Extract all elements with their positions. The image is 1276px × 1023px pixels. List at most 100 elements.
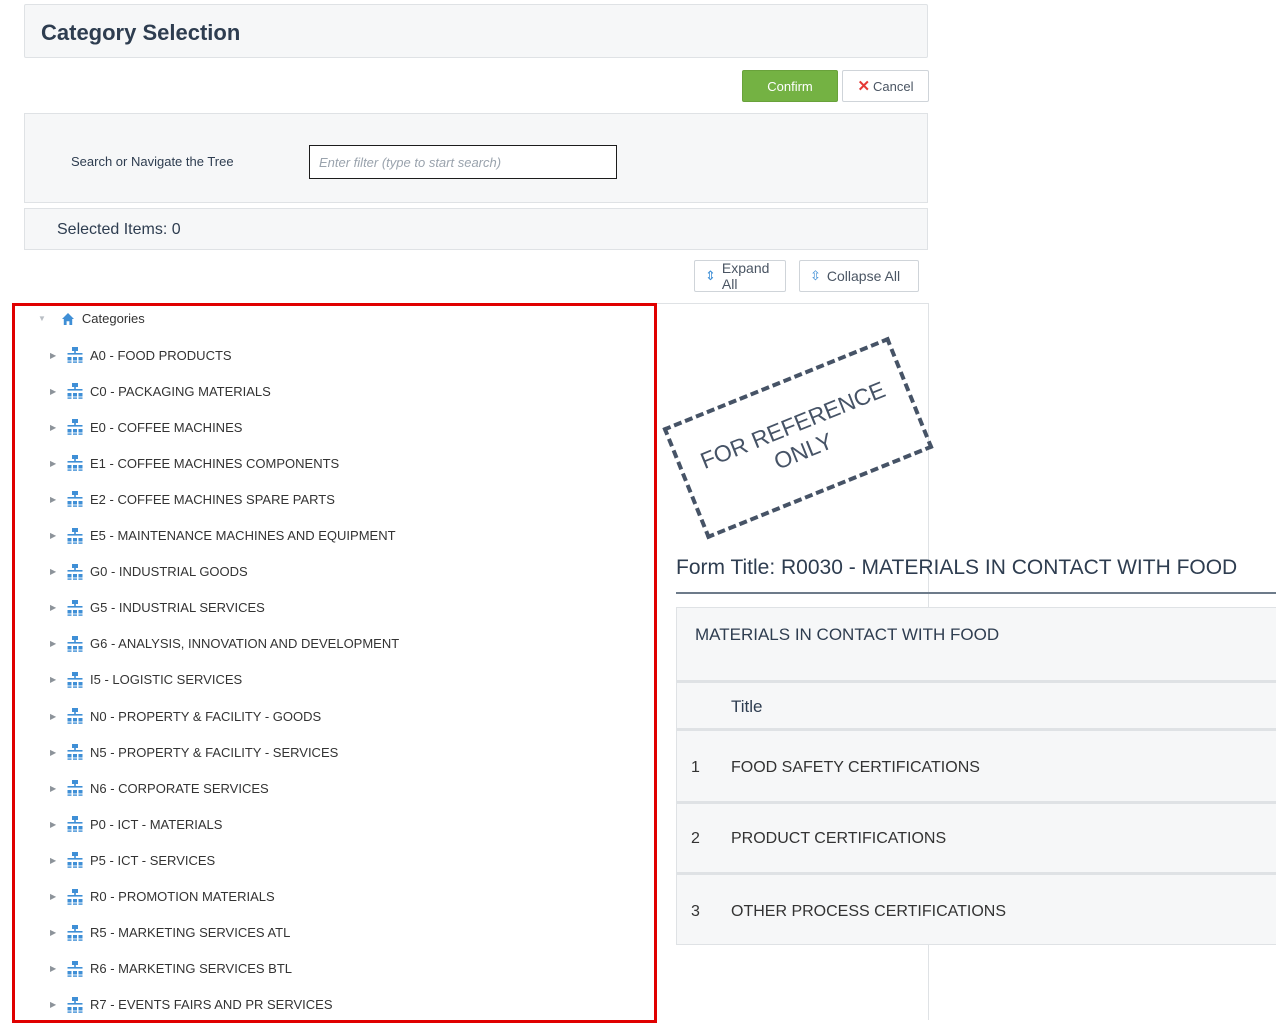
- tree-item-label: G6 - ANALYSIS, INNOVATION AND DEVELOPMEN…: [90, 636, 400, 652]
- tree-item[interactable]: ▶ P5 - ICT - SERVICES: [50, 851, 215, 869]
- tree-item[interactable]: ▶ G0 - INDUSTRIAL GOODS: [50, 563, 248, 581]
- form-card: MATERIALS IN CONTACT WITH FOOD Title 1 F…: [676, 607, 1276, 945]
- caret-right-icon[interactable]: ▶: [50, 964, 66, 973]
- caret-right-icon[interactable]: ▶: [50, 928, 66, 937]
- tree-item-label: E1 - COFFEE MACHINES COMPONENTS: [90, 455, 340, 471]
- tree-item[interactable]: ▶ N0 - PROPERTY & FACILITY - GOODS: [50, 707, 321, 725]
- caret-right-icon[interactable]: ▶: [50, 459, 66, 468]
- caret-right-icon[interactable]: ▶: [50, 712, 66, 721]
- tree-item[interactable]: ▶ E5 - MAINTENANCE MACHINES AND EQUIPMENT: [50, 527, 396, 545]
- tree-item-label: P5 - ICT - SERVICES: [90, 852, 216, 868]
- tree-item[interactable]: ▶ I5 - LOGISTIC SERVICES: [50, 671, 242, 689]
- form-title: Form Title: R0030 - MATERIALS IN CONTACT…: [676, 556, 1238, 579]
- tree-item[interactable]: ▶ E0 - COFFEE MACHINES: [50, 418, 242, 436]
- hierarchy-icon: [67, 960, 83, 977]
- tree-item-label: P0 - ICT - MATERIALS: [90, 816, 223, 832]
- tree-item[interactable]: ▶ R6 - MARKETING SERVICES BTL: [50, 960, 292, 978]
- tree-item-label: R6 - MARKETING SERVICES BTL: [90, 961, 293, 977]
- hierarchy-icon: [67, 563, 83, 580]
- collapse-icon: ⇳: [810, 268, 821, 283]
- caret-right-icon[interactable]: ▶: [50, 748, 66, 757]
- caret-right-icon[interactable]: ▶: [50, 675, 66, 684]
- form-divider: [677, 680, 1276, 683]
- caret-right-icon[interactable]: ▶: [50, 820, 66, 829]
- cancel-button[interactable]: ✕ Cancel: [842, 70, 929, 102]
- hierarchy-icon: [67, 816, 83, 833]
- form-card-title: MATERIALS IN CONTACT WITH FOOD: [695, 625, 1000, 644]
- collapse-all-button[interactable]: ⇳ Collapse All: [799, 260, 919, 292]
- hierarchy-icon: [67, 671, 83, 688]
- highlight-box: [12, 303, 657, 1023]
- tree-root-label: Categories: [81, 311, 145, 326]
- form-divider: [677, 728, 1276, 731]
- hierarchy-icon: [67, 383, 83, 399]
- hierarchy-icon: [67, 780, 83, 796]
- search-label: Search or Navigate the Tree: [71, 154, 234, 169]
- confirm-button[interactable]: Confirm: [742, 70, 838, 102]
- expand-all-button[interactable]: ⇕ Expand All: [694, 260, 786, 292]
- tree-root[interactable]: ▼ Categories: [38, 311, 145, 326]
- tree-item[interactable]: ▶ E2 - COFFEE MACHINES SPARE PARTS: [50, 490, 335, 508]
- tree-item-label: G0 - INDUSTRIAL GOODS: [90, 564, 248, 580]
- tree-item[interactable]: ▶ N6 - CORPORATE SERVICES: [50, 779, 269, 797]
- caret-right-icon[interactable]: ▶: [50, 784, 66, 793]
- row-divider: [677, 872, 1276, 875]
- tree-item-label: R7 - EVENTS FAIRS AND PR SERVICES: [90, 997, 333, 1013]
- tree-item[interactable]: ▶ G5 - INDUSTRIAL SERVICES: [50, 599, 265, 617]
- row-divider: [677, 801, 1276, 804]
- tree-item[interactable]: ▶ G6 - ANALYSIS, INNOVATION AND DEVELOPME…: [50, 635, 399, 653]
- tree-item-label: C0 - PACKAGING MATERIALS: [90, 383, 271, 399]
- tree-item-label: N6 - CORPORATE SERVICES: [90, 780, 269, 796]
- row-number: 1: [691, 759, 700, 776]
- caret-right-icon[interactable]: ▶: [50, 892, 66, 901]
- caret-right-icon[interactable]: ▶: [50, 856, 66, 865]
- expand-icon: ⇕: [705, 268, 716, 283]
- hierarchy-icon: [67, 527, 83, 544]
- hierarchy-icon: [67, 852, 83, 869]
- tree-item-label: E0 - COFFEE MACHINES: [90, 419, 243, 435]
- caret-down-icon[interactable]: ▼: [38, 314, 46, 323]
- tree-item[interactable]: ▶ C0 - PACKAGING MATERIALS: [50, 382, 271, 400]
- tree-item[interactable]: ▶ A0 - FOOD PRODUCTS: [50, 346, 232, 364]
- tree-item[interactable]: ▶ R5 - MARKETING SERVICES ATL: [50, 924, 290, 942]
- row-title: FOOD SAFETY CERTIFICATIONS: [731, 759, 980, 776]
- tree-item-label: A0 - FOOD PRODUCTS: [90, 347, 232, 363]
- tree-item-label: N0 - PROPERTY & FACILITY - GOODS: [90, 708, 322, 724]
- tree-item[interactable]: ▶ P0 - ICT - MATERIALS: [50, 815, 222, 833]
- hierarchy-icon: [67, 599, 83, 616]
- tree-item[interactable]: ▶ R0 - PROMOTION MATERIALS: [50, 888, 275, 906]
- tree-item-label: R0 - PROMOTION MATERIALS: [90, 889, 275, 904]
- hierarchy-icon: [67, 347, 83, 363]
- tree-item[interactable]: ▶ R7 - EVENTS FAIRS AND PR SERVICES: [50, 996, 333, 1014]
- hierarchy-icon: [67, 708, 83, 724]
- tree-item[interactable]: ▶ N5 - PROPERTY & FACILITY - SERVICES: [50, 743, 338, 761]
- caret-right-icon[interactable]: ▶: [50, 351, 66, 360]
- row-number: 2: [691, 830, 700, 847]
- caret-right-icon[interactable]: ▶: [50, 603, 66, 612]
- hierarchy-icon: [67, 924, 83, 941]
- row-title: PRODUCT CERTIFICATIONS: [731, 830, 947, 847]
- reference-stamp: FOR REFERENCE ONLY: [662, 336, 934, 540]
- caret-right-icon[interactable]: ▶: [50, 495, 66, 504]
- column-header-title: Title: [731, 697, 763, 716]
- row-number: 3: [691, 903, 700, 920]
- hierarchy-icon: [67, 888, 83, 905]
- caret-right-icon[interactable]: ▶: [50, 387, 66, 396]
- home-icon: [61, 312, 74, 325]
- caret-right-icon[interactable]: ▶: [50, 1000, 66, 1009]
- hierarchy-icon: [67, 491, 83, 508]
- caret-right-icon[interactable]: ▶: [50, 531, 66, 540]
- tree-item-label: E5 - MAINTENANCE MACHINES AND EQUIPMENT: [90, 528, 396, 543]
- tree-item-label: E2 - COFFEE MACHINES SPARE PARTS: [90, 491, 335, 507]
- hierarchy-icon: [67, 419, 83, 435]
- page-header: Category Selection: [24, 4, 928, 58]
- hierarchy-icon: [67, 996, 83, 1013]
- search-input[interactable]: [309, 145, 617, 179]
- caret-right-icon[interactable]: ▶: [50, 567, 66, 576]
- tree-item-label: N5 - PROPERTY & FACILITY - SERVICES: [90, 744, 339, 760]
- hierarchy-icon: [67, 635, 83, 652]
- caret-right-icon[interactable]: ▶: [50, 639, 66, 648]
- tree-item[interactable]: ▶ E1 - COFFEE MACHINES COMPONENTS: [50, 454, 339, 472]
- hierarchy-icon: [67, 455, 83, 472]
- caret-right-icon[interactable]: ▶: [50, 423, 66, 432]
